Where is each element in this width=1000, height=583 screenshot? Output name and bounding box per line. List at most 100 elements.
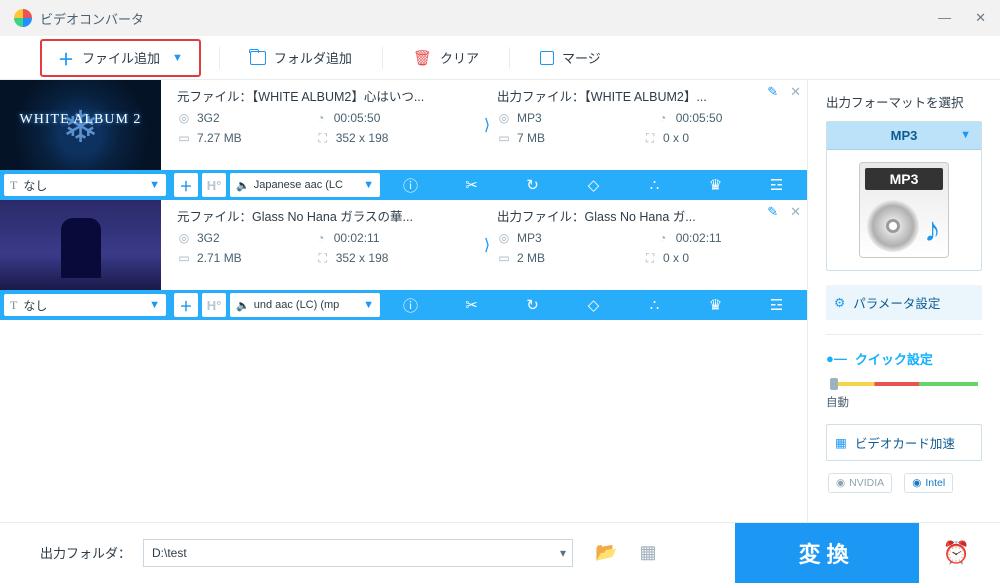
parameter-settings-label: パラメータ設定 [853,293,940,312]
trash-icon: 🗑 [413,49,432,67]
browse-folder-button[interactable]: 📂 [595,542,617,563]
watermark-button[interactable]: ♛ [698,296,734,314]
output-file-name: Glass No Hana ガ... [585,210,696,224]
output-container: MP3 [517,111,542,125]
container-icon: ◎ [177,111,191,125]
video-thumbnail[interactable]: ❄ WHITE ALBUM 2 [0,80,161,170]
source-file-name: Glass No Hana ガラスの華... [252,210,413,224]
output-container: MP3 [517,231,542,245]
rename-button[interactable]: ✎ [767,84,778,100]
remove-item-button[interactable]: ✕ [790,84,801,100]
audio-value: und aac (LC) (mp [254,299,340,311]
app-title: ビデオコンバータ [40,9,144,28]
watermark-button[interactable]: ♛ [698,176,734,194]
dimensions-icon: ⛶ [643,251,657,265]
list-item: ❄ WHITE ALBUM 2 元ファイル：【WHITE ALBUM2】心はいつ… [0,80,807,200]
chevron-down-icon: ▼ [149,299,160,311]
speaker-icon: 🔈 [236,179,250,192]
media-info-button[interactable]: ⓘ [393,295,429,316]
thumb-art-text: WHITE ALBUM 2 [20,112,142,128]
rename-button[interactable]: ✎ [767,204,778,220]
add-file-label: ファイル追加 [82,48,160,67]
subtitle-edit-button[interactable]: ☲ [759,176,795,194]
clock-icon: ◔ [656,111,670,125]
effects-button[interactable]: ∴ [637,296,673,314]
footer-bar: 出力フォルダ： D:\test ▾ 📂 ▦ 変換 ⏰ [0,522,1000,582]
subtitle-selector[interactable]: Tなし▼ [4,174,166,196]
chevron-down-icon: ▼ [149,179,160,191]
subtitle-style-button[interactable]: H° [202,293,226,317]
output-duration: 00:05:50 [676,111,723,125]
format-header: 出力フォーマットを選択 [826,92,982,111]
source-duration: 00:02:11 [334,231,380,245]
chevron-down-icon: ▼ [363,179,374,191]
gpu-intel-chip: ◉Intel [904,473,953,493]
source-file-prefix: 元ファイル： [177,210,252,224]
media-info-button[interactable]: ⓘ [393,175,429,196]
dimensions-icon: ⛶ [643,131,657,145]
close-button[interactable]: ✕ [975,10,986,26]
subtitle-icon: T [10,178,17,193]
chevron-down-icon: ▼ [363,299,374,311]
output-format-selector[interactable]: MP3 ▼ MP3 ♪ [826,121,982,271]
open-output-button[interactable]: ▦ [639,542,656,563]
output-dimensions: 0 x 0 [663,131,689,145]
container-icon: ◎ [497,111,511,125]
crop-button[interactable]: ◇ [576,176,612,194]
container-icon: ◎ [177,231,191,245]
source-file-prefix: 元ファイル： [177,90,252,104]
arrow-right-icon: ⟩ [477,206,497,284]
clear-label: クリア [440,48,479,67]
subtitle-style-button[interactable]: H° [202,173,226,197]
chevron-down-icon: ▾ [560,546,566,560]
output-file-name: 【WHITE ALBUM2】... [585,90,707,104]
add-subtitle-button[interactable]: ＋ [174,293,198,317]
output-folder-input[interactable]: D:\test ▾ [143,539,573,567]
add-folder-button[interactable]: フォルダ追加 [234,43,368,72]
rotate-button[interactable]: ↻ [515,296,551,314]
conversion-list: ❄ WHITE ALBUM 2 元ファイル：【WHITE ALBUM2】心はいつ… [0,80,808,522]
trim-button[interactable]: ✂ [454,176,490,194]
crop-button[interactable]: ◇ [576,296,612,314]
bullet-icon: ●— [826,351,847,366]
folder-icon: ▭ [177,251,191,265]
clear-button[interactable]: 🗑 クリア [397,43,495,72]
schedule-button[interactable]: ⏰ [943,540,970,566]
add-file-button[interactable]: ＋ ファイル追加 ▼ [40,39,201,77]
top-toolbar: ＋ ファイル追加 ▼ フォルダ追加 🗑 クリア マージ [0,36,1000,80]
audio-track-selector[interactable]: 🔈 und aac (LC) (mp ▼ [230,293,380,317]
speaker-icon: 🔈 [236,299,250,312]
rotate-button[interactable]: ↻ [515,176,551,194]
add-subtitle-button[interactable]: ＋ [174,173,198,197]
gpu-accel-label: ビデオカード加速 [855,433,955,452]
folder-icon: ▭ [177,131,191,145]
trim-button[interactable]: ✂ [454,296,490,314]
nvidia-icon: ◉ [836,477,845,489]
remove-item-button[interactable]: ✕ [790,204,801,220]
plus-icon: ＋ [58,46,74,70]
output-folder-path: D:\test [152,546,187,560]
chevron-down-icon: ▼ [172,52,183,64]
list-item: 元ファイル：Glass No Hana ガラスの華... ◎3G2 ◔00:02… [0,200,807,320]
h-icon: H° [207,178,222,193]
separator [219,47,220,69]
container-icon: ◎ [497,231,511,245]
audio-track-selector[interactable]: 🔈Japanese aac (LC▼ [230,173,380,197]
quality-slider[interactable] [830,382,978,386]
source-size: 7.27 MB [197,131,242,145]
subtitle-edit-button[interactable]: ☲ [759,296,795,314]
subtitle-selector[interactable]: Tなし▼ [4,294,166,316]
video-thumbnail[interactable] [0,200,161,290]
parameter-settings-button[interactable]: ⚙ パラメータ設定 [826,285,982,320]
output-duration: 00:02:11 [676,231,722,245]
gpu-accel-button[interactable]: ▦ ビデオカード加速 [826,424,982,461]
convert-button[interactable]: 変換 [735,523,919,583]
merge-button[interactable]: マージ [524,43,617,72]
effects-button[interactable]: ∴ [637,176,673,194]
source-size: 2.71 MB [197,251,242,265]
slider-knob[interactable] [830,378,838,390]
chevron-down-icon: ▼ [960,129,971,141]
minimize-button[interactable]: — [938,10,951,26]
divider [826,334,982,335]
arrow-right-icon: ⟩ [477,86,497,164]
